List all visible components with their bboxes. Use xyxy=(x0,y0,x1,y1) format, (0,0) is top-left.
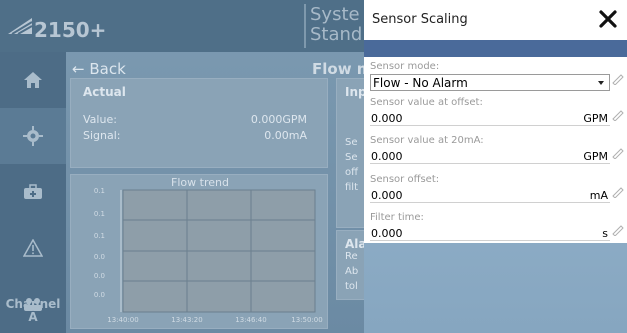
alarm-card-line: Re xyxy=(345,251,358,262)
input-card-line: off xyxy=(345,167,359,178)
arrow-left-icon: ← xyxy=(72,60,85,78)
sensor-value-20ma-unit: GPM xyxy=(583,150,608,163)
back-label: Back xyxy=(89,60,126,78)
sidebar-item-settings[interactable] xyxy=(0,108,66,164)
edit-sensor-offset-pencil-icon[interactable] xyxy=(611,184,625,198)
logo: 2150+ xyxy=(8,10,107,44)
filter-time-value: 0.000 xyxy=(371,227,403,240)
filter-time-input[interactable]: 0.000 s xyxy=(370,225,610,241)
sidebar xyxy=(0,52,66,333)
dialog-title: Sensor Scaling xyxy=(372,12,468,27)
back-button[interactable]: ← Back xyxy=(72,60,126,78)
trend-chart: 0.1 0.1 0.1 0.0 0.0 0.0 13:40:00 13:43:2… xyxy=(94,187,323,324)
logo-text: 2150+ xyxy=(34,18,107,42)
dialog-header-band xyxy=(364,40,627,57)
y-tick-label: 0.1 xyxy=(94,187,105,195)
filter-time-label: Filter time: xyxy=(370,212,424,223)
y-tick-label: 0.1 xyxy=(94,232,105,240)
y-tick-label: 0.1 xyxy=(94,210,105,218)
alarm-card-line: Ab xyxy=(345,266,359,277)
channel-selector[interactable]: Channel A xyxy=(0,298,66,324)
y-tick-label: 0.0 xyxy=(94,272,105,280)
close-button[interactable] xyxy=(593,4,623,34)
sensor-value-20ma-value: 0.000 xyxy=(371,150,403,163)
dialog-header: Sensor Scaling xyxy=(364,0,627,40)
edit-offset-pencil-icon[interactable] xyxy=(611,107,625,121)
sensor-value-offset-value: 0.000 xyxy=(371,112,403,125)
sensor-value-offset-field: Sensor value at offset: 0.000 GPM xyxy=(370,97,610,126)
alarm-card: Ala Re Ab tol xyxy=(336,230,367,300)
logo-mark-icon xyxy=(8,18,33,35)
input-card-line: Se xyxy=(345,152,358,163)
input-card-line: filt xyxy=(345,182,358,193)
sidebar-item-toolbox[interactable] xyxy=(0,164,66,220)
sensor-offset-input[interactable]: 0.000 mA xyxy=(370,187,610,203)
x-tick-label: 13:46:40 xyxy=(235,316,266,324)
value-label: Value: xyxy=(83,113,117,126)
filter-time-field: Filter time: 0.000 s xyxy=(370,212,610,241)
sidebar-item-home[interactable] xyxy=(0,52,66,108)
sensor-scaling-dialog: Sensor Scaling Sensor mode: Flow - No Al… xyxy=(364,0,627,333)
system-status-line2: Stand xyxy=(310,24,363,45)
alarm-card-line: tol xyxy=(345,281,358,292)
sensor-value-20ma-field: Sensor value at 20mA: 0.000 GPM xyxy=(370,135,610,164)
value-reading: 0.000GPM xyxy=(250,113,307,126)
actual-card: Actual Value: 0.000GPM Signal: 0.00mA xyxy=(70,78,328,168)
sensor-value-20ma-label: Sensor value at 20mA: xyxy=(370,135,484,146)
sidebar-item-alarms[interactable] xyxy=(0,220,66,276)
topbar-divider xyxy=(304,4,306,48)
flow-trend-card: Flow trend 0.1 0.1 0.1 0.0 0.0 0.0 13:40… xyxy=(70,174,328,329)
sensor-value-offset-label: Sensor value at offset: xyxy=(370,97,483,108)
edit-20ma-pencil-icon[interactable] xyxy=(611,145,625,159)
x-tick-label: 13:43:20 xyxy=(171,316,202,324)
sensor-offset-field: Sensor offset: 0.000 mA xyxy=(370,174,610,203)
sensor-mode-field: Sensor mode: Flow - No Alarm xyxy=(370,61,610,91)
home-icon xyxy=(24,72,42,88)
sensor-scaling-form: Sensor mode: Flow - No Alarm Sensor valu… xyxy=(364,57,627,243)
actual-title: Actual xyxy=(83,85,126,99)
input-card: Inp Se Se off filt xyxy=(336,78,367,228)
x-tick-label: 13:40:00 xyxy=(107,316,138,324)
toolbox-icon xyxy=(24,184,42,199)
channel-letter: A xyxy=(28,310,38,324)
y-tick-label: 0.0 xyxy=(94,291,105,299)
sensor-offset-value: 0.000 xyxy=(371,189,403,202)
filter-time-unit: s xyxy=(602,227,608,240)
close-icon xyxy=(599,10,617,28)
input-card-line: Se xyxy=(345,137,358,148)
edit-filter-time-pencil-icon[interactable] xyxy=(611,222,625,236)
edit-sensor-mode-pencil-icon[interactable] xyxy=(611,71,625,85)
system-status-line1: Syste xyxy=(310,4,360,25)
signal-reading: 0.00mA xyxy=(264,129,307,142)
sensor-value-offset-unit: GPM xyxy=(583,112,608,125)
sensor-value-20ma-input[interactable]: 0.000 GPM xyxy=(370,148,610,164)
y-tick-label: 0.0 xyxy=(94,253,105,261)
chevron-down-icon xyxy=(598,81,604,85)
sensor-mode-value: Flow - No Alarm xyxy=(373,76,468,90)
warning-icon xyxy=(23,239,43,257)
sensor-offset-label: Sensor offset: xyxy=(370,174,440,185)
gear-icon xyxy=(23,126,43,146)
x-tick-label: 13:50:00 xyxy=(291,316,322,324)
sensor-value-offset-input[interactable]: 0.000 GPM xyxy=(370,110,610,126)
sensor-offset-unit: mA xyxy=(589,189,608,202)
sensor-mode-select[interactable]: Flow - No Alarm xyxy=(370,74,610,91)
signal-label: Signal: xyxy=(83,129,121,142)
sensor-mode-label: Sensor mode: xyxy=(370,61,440,72)
